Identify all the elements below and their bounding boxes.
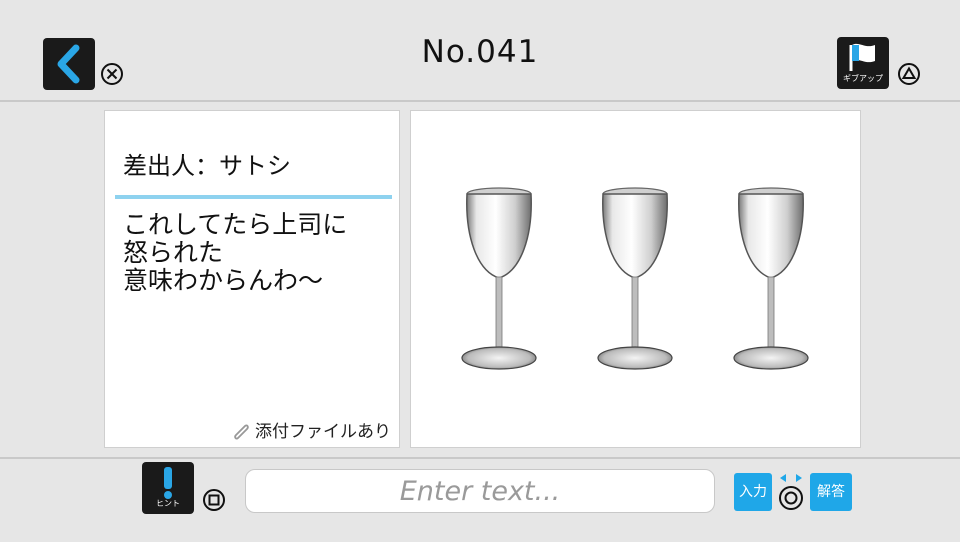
square-symbol-icon (203, 489, 225, 511)
hint-label: ヒント (156, 499, 180, 508)
paperclip-icon (234, 424, 249, 440)
chevron-left-icon (57, 44, 80, 84)
wine-glass (461, 187, 537, 370)
hint-button[interactable]: ヒント (142, 462, 194, 514)
input-button[interactable]: 入力 (734, 473, 772, 511)
attachment-indicator[interactable]: 添付ファイルあり (230, 417, 391, 443)
message-panel: 差出人：サトシ これしてたら上司に 怒られた 意味わからんわ〜 添付ファイルあり (104, 110, 400, 448)
answer-text-input[interactable] (245, 469, 715, 513)
attachment-label: 添付ファイルあり (255, 422, 391, 442)
back-button[interactable] (43, 38, 95, 90)
circle-symbol-icon (779, 474, 803, 510)
message-body: これしてたら上司に 怒られた 意味わからんわ〜 (123, 210, 348, 295)
arrow-left-icon (780, 474, 786, 482)
wine-glass (597, 187, 673, 370)
answer-button[interactable]: 解答 (810, 473, 852, 511)
exclamation-icon (164, 467, 172, 499)
sender-label: 差出人：サトシ (123, 152, 291, 180)
divider (115, 195, 392, 199)
wine-glass (733, 187, 809, 370)
give-up-label: ギブアップ (843, 74, 883, 83)
page-title: No.041 (421, 34, 539, 70)
attachment-image-panel (410, 110, 861, 448)
wine-glasses-icon (461, 187, 809, 370)
flag-icon (849, 43, 875, 71)
give-up-button[interactable]: ギブアップ (837, 37, 889, 89)
triangle-symbol-icon (898, 63, 920, 85)
cross-symbol-icon (101, 63, 123, 85)
arrow-right-icon (796, 474, 802, 482)
